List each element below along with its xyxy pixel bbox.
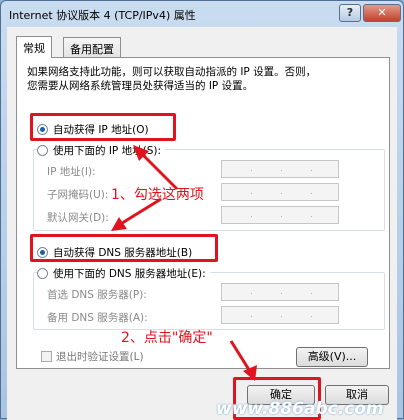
arrow-to-ok	[229, 340, 253, 374]
arrow-to-auto-dns-head	[111, 217, 127, 231]
dialog-window: Internet 协议版本 4 (TCP/IPv4) 属性 ? ✕ 常规 备用配…	[0, 0, 404, 420]
tab-general[interactable]: 常规	[16, 36, 52, 58]
arrow-to-ok-head	[243, 365, 257, 381]
annotation-arrows	[111, 145, 257, 381]
annotation-step-2: 2、点击"确定"	[121, 330, 213, 346]
watermark-text: www.886abc.com	[216, 399, 384, 419]
annotation-step-1: 1、勾选这两项	[111, 187, 204, 203]
